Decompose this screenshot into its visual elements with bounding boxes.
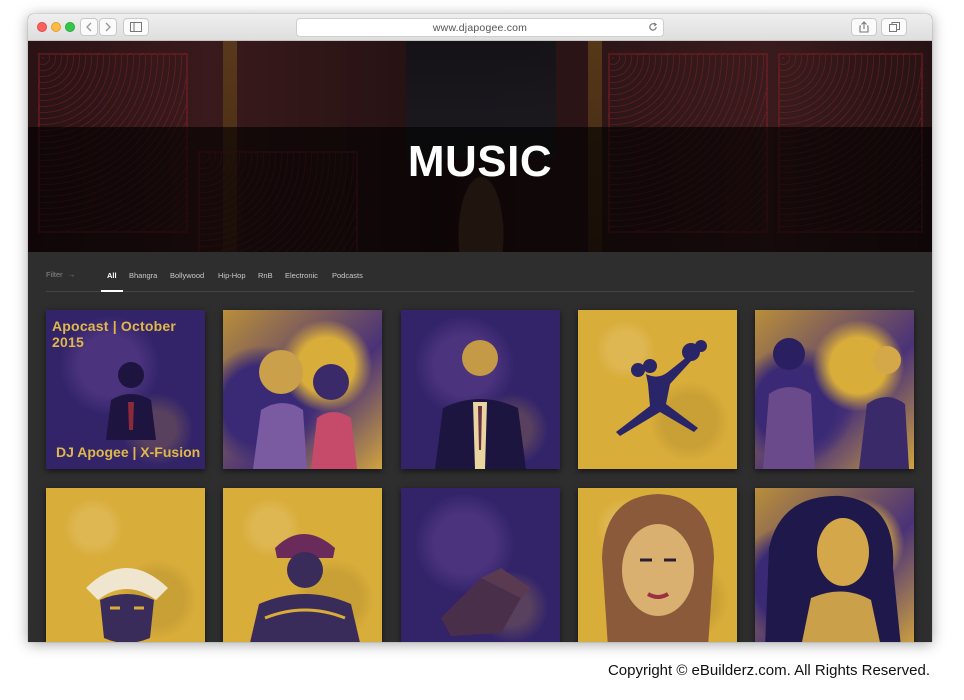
browser-toolbar: www.djapogee.com [28, 14, 932, 41]
object-silhouette-icon [441, 568, 531, 636]
filter-label: Filter → [46, 270, 75, 279]
zoom-window-button[interactable] [65, 22, 75, 32]
couple-silhouette-icon [253, 350, 357, 469]
address-bar[interactable]: www.djapogee.com [296, 18, 664, 37]
back-button[interactable] [80, 18, 98, 36]
music-tile[interactable] [223, 488, 382, 642]
person-silhouette-icon [106, 362, 156, 440]
share-icon [859, 21, 869, 33]
filter-item-bollywood[interactable]: Bollywood [170, 271, 204, 280]
tabs-icon [888, 22, 900, 32]
cover-title: Apocast | October 2015 [52, 318, 177, 350]
filter-item-hip-hop[interactable]: Hip-Hop [218, 271, 246, 280]
hero-banner: MUSIC [28, 41, 932, 252]
jumpman-logo-icon [616, 340, 707, 436]
filter-item-podcasts[interactable]: Podcasts [332, 271, 363, 280]
music-tile[interactable] [755, 310, 914, 469]
url-text: www.djapogee.com [432, 22, 528, 34]
music-tile[interactable] [401, 310, 560, 469]
page-title: MUSIC [407, 137, 553, 186]
people-silhouette-icon [763, 338, 909, 469]
chevron-left-icon [86, 22, 92, 32]
woman-portrait-icon [602, 494, 714, 642]
tabs-overview-button[interactable] [881, 18, 907, 36]
music-tile[interactable] [401, 488, 560, 642]
copyright-text: Copyright © eBuilderz.com. All Rights Re… [607, 662, 930, 679]
woman-portrait-icon [765, 495, 901, 642]
music-tile[interactable] [223, 310, 382, 469]
music-tile[interactable] [578, 310, 737, 469]
filter-bar: Filter → All Bhangra Bollywood Hip-Hop R… [46, 270, 914, 292]
filter-item-rnb[interactable]: RnB [258, 271, 273, 280]
share-button[interactable] [851, 18, 877, 36]
filter-item-electronic[interactable]: Electronic [285, 271, 318, 280]
music-tile[interactable] [755, 488, 914, 642]
music-tile[interactable]: Apocast | October 2015 DJ Apogee | X-Fus… [46, 310, 205, 469]
forward-button[interactable] [99, 18, 117, 36]
person-silhouette-icon [250, 534, 360, 642]
person-silhouette-icon [435, 340, 526, 469]
close-window-button[interactable] [37, 22, 47, 32]
cover-subtitle: DJ Apogee | X-Fusion [56, 444, 201, 460]
filter-label-text: Filter [46, 270, 63, 279]
minimize-window-button[interactable] [51, 22, 61, 32]
filter-item-bhangra[interactable]: Bhangra [129, 271, 157, 280]
reload-icon[interactable] [648, 22, 658, 32]
browser-window: www.djapogee.com MUSIC Filter → All Bhan… [28, 14, 932, 642]
sidebar-toggle-button[interactable] [123, 18, 149, 36]
person-silhouette-icon [86, 568, 168, 642]
music-tile[interactable] [578, 488, 737, 642]
chevron-right-icon [105, 22, 111, 32]
music-tile[interactable] [46, 488, 205, 642]
active-filter-indicator [101, 290, 123, 292]
arrow-right-icon: → [67, 270, 76, 279]
filter-item-all[interactable]: All [107, 271, 117, 280]
sidebar-icon [130, 22, 142, 32]
music-grid: Apocast | October 2015 DJ Apogee | X-Fus… [46, 310, 914, 642]
